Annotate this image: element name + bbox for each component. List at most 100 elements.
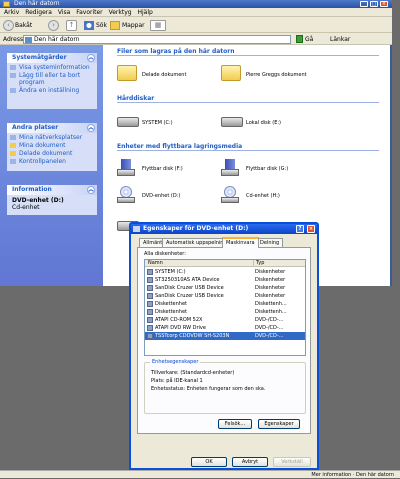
toolbar: ‹ Bakåt › ↑ Sök Mappar ▦ (0, 17, 392, 33)
device-properties-group: Enhetsegenskaper Tillverkare: (Standardc… (144, 359, 306, 414)
column-type[interactable]: Typ (253, 260, 264, 267)
drives-list[interactable]: Namn Typ SYSTEM (C:) Diskenheter ST325031… (144, 259, 306, 356)
list-item[interactable]: SanDisk Cruzer USB Device Diskenheter (145, 284, 305, 292)
section-drives-title: Hårddiskar (117, 95, 155, 102)
chevron-up-icon[interactable]: ︽ (87, 186, 95, 194)
column-name[interactable]: Namn (148, 260, 163, 267)
ok-button[interactable]: OK (191, 457, 227, 467)
prop-location: Plats: på IDE-kanal 1 (151, 378, 203, 384)
status-bar: Mer information · Den här datorn (0, 470, 400, 478)
up-folder-button[interactable]: ↑ (66, 20, 77, 31)
section-removable-title: Enheter med flyttbara lagringsmedia (117, 143, 243, 150)
drives-list-label: Alla diskenheter: (144, 251, 186, 257)
tab-sharing[interactable]: Delning (256, 238, 284, 247)
section-divider (117, 102, 379, 103)
list-item[interactable]: Diskettenhet Diskettenh... (145, 308, 305, 316)
tab-autoplay[interactable]: Automatisk uppspelning (162, 238, 231, 247)
menu-tools[interactable]: Verktyg (109, 8, 132, 17)
system-tasks-group: Systemåtgärder ︽ Visa systeminformation L… (7, 53, 97, 109)
minimize-icon[interactable]: _ (360, 1, 368, 7)
folder-icon (117, 65, 137, 81)
system-tasks-header[interactable]: Systemåtgärder ︽ (7, 53, 97, 63)
list-item-selected[interactable]: TSSTcorp CDDVDW SH-S203N DVD-/CD-... (145, 332, 305, 340)
place-my-documents[interactable]: Mina dokument (7, 142, 97, 149)
menu-favorites[interactable]: Favoriter (76, 8, 102, 17)
folders-icon (110, 21, 120, 30)
folders-button[interactable]: Mappar (110, 20, 145, 31)
other-places-header[interactable]: Andra platser ︽ (7, 123, 97, 133)
apply-button[interactable]: Verkställ (273, 457, 311, 467)
menu-help[interactable]: Hjälp (137, 8, 152, 17)
views-button[interactable]: ▦ (150, 20, 166, 31)
close-icon[interactable]: × (380, 1, 388, 7)
device-properties-title: Enhetsegenskaper (150, 359, 201, 365)
info-icon (10, 65, 16, 70)
back-label[interactable]: Bakåt (15, 20, 32, 31)
details-type: Cd-enhet (12, 204, 40, 211)
list-item[interactable]: ST3250310AS ATA Device Diskenheter (145, 276, 305, 284)
prop-manufacturer: Tillverkare: (Standardcd-enheter) (151, 370, 235, 376)
dialog-title: Egenskaper för DVD-enhet (D:) (143, 225, 249, 232)
place-control-panel[interactable]: Kontrollpanelen (7, 158, 97, 165)
search-icon (84, 21, 94, 30)
task-system-info[interactable]: Visa systeminformation (7, 64, 97, 71)
dialog-titlebar: Egenskaper för DVD-enhet (D:) ? × (131, 224, 317, 234)
close-icon[interactable]: × (307, 225, 315, 233)
floppy-icon (147, 301, 153, 307)
tab-hardware[interactable]: Maskinvara (222, 237, 259, 248)
properties-dialog: Egenskaper för DVD-enhet (D:) ? × Allmän… (129, 222, 319, 470)
details-header[interactable]: Information ︽ (7, 185, 97, 195)
place-network[interactable]: Mina nätverksplatser (7, 134, 97, 141)
troubleshoot-button[interactable]: Felsök... (218, 419, 252, 429)
menu-view[interactable]: Visa (58, 8, 70, 17)
address-bar: Adress Den här datorn Gå Länkar (0, 33, 392, 45)
section-files-title: Filer som lagras på den här datorn (117, 48, 235, 55)
computer-icon (3, 1, 10, 7)
computer-icon (25, 37, 32, 43)
section-divider (117, 150, 379, 151)
search-button[interactable]: Sök (84, 20, 107, 31)
go-arrow-icon[interactable] (296, 35, 303, 43)
menu-edit[interactable]: Redigera (25, 8, 52, 17)
go-label[interactable]: Gå (305, 35, 313, 44)
address-input[interactable]: Den här datorn (23, 35, 291, 44)
chevron-up-icon[interactable]: ︽ (87, 124, 95, 132)
floppy-icon (147, 309, 153, 315)
section-divider (117, 55, 379, 56)
folder-icon (221, 65, 241, 81)
removable-disk-icon (117, 159, 135, 177)
cancel-button[interactable]: Avbryt (232, 457, 268, 467)
tab-panel-hardware: Alla diskenheter: Namn Typ SYSTEM (C:) Di… (137, 247, 311, 434)
back-button[interactable]: ‹ (3, 20, 14, 31)
properties-button[interactable]: Egenskaper (258, 419, 300, 429)
cd-drive-icon (221, 186, 239, 204)
chevron-up-icon[interactable]: ︽ (87, 54, 95, 62)
address-label: Adress (3, 36, 24, 43)
hard-drive-icon (117, 117, 139, 127)
help-icon[interactable]: ? (296, 225, 304, 233)
forward-button[interactable]: › (48, 20, 59, 31)
list-item[interactable]: Diskettenhet Diskettenh... (145, 300, 305, 308)
address-value: Den här datorn (34, 36, 80, 43)
control-panel-icon (10, 159, 16, 164)
drive-icon (147, 285, 153, 291)
maximize-icon[interactable]: □ (370, 1, 378, 7)
menu-file[interactable]: Arkiv (4, 8, 19, 17)
control-panel-icon (10, 88, 16, 93)
menu-bar: Arkiv Redigera Visa Favoriter Verktyg Hj… (0, 8, 392, 17)
links-label[interactable]: Länkar (330, 35, 350, 44)
drive-icon (147, 293, 153, 299)
other-places-group: Andra platser ︽ Mina nätverksplatser Mina… (7, 123, 97, 171)
drive-icon (147, 277, 153, 283)
list-item[interactable]: SYSTEM (C:) Diskenheter (145, 268, 305, 276)
list-item[interactable]: ATAPI CD-ROM 52X DVD-/CD-... (145, 316, 305, 324)
task-add-remove-programs[interactable]: Lägg till eller ta bort program (7, 72, 97, 86)
task-change-setting[interactable]: Ändra en inställning (7, 87, 97, 94)
place-shared-documents[interactable]: Delade dokument (7, 150, 97, 157)
list-item[interactable]: SanDisk Cruzer USB Device Diskenheter (145, 292, 305, 300)
folders-label: Mappar (122, 22, 145, 29)
folder-icon (10, 151, 16, 156)
cd-drive-icon (147, 333, 153, 339)
list-item[interactable]: ATAPI DVD RW Drive DVD-/CD-... (145, 324, 305, 332)
prop-status: Enhetsstatus: Enheten fungerar som den s… (151, 386, 266, 392)
